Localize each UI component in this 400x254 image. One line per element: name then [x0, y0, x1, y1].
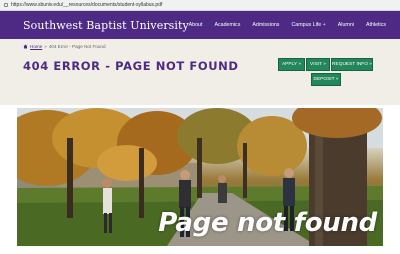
apply-button[interactable]: APPLY »	[278, 58, 305, 71]
url-text[interactable]: https://www.sbuniv.edu/__resources/docum…	[11, 2, 162, 8]
main-nav: About Academics Admissions Campus Life +…	[189, 11, 386, 39]
nav-item-alumni[interactable]: Alumni	[338, 22, 354, 28]
nav-item-admissions[interactable]: Admissions	[252, 22, 279, 28]
breadcrumb: Home » 404 Error - Page Not Found	[23, 44, 106, 49]
plus-icon: +	[322, 22, 326, 28]
site-header: Southwest Baptist University About Acade…	[0, 11, 400, 39]
browser-address-bar[interactable]: https://www.sbuniv.edu/__resources/docum…	[0, 0, 400, 11]
page-not-found-overlay: Page not found	[158, 208, 377, 238]
nav-item-label: Campus Life	[291, 22, 322, 28]
site-logo[interactable]: Southwest Baptist University	[23, 19, 189, 32]
nav-item-athletics[interactable]: Athletics	[366, 22, 386, 28]
request-info-button[interactable]: REQUEST INFO »	[331, 58, 373, 71]
nav-item-academics[interactable]: Academics	[214, 22, 240, 28]
visit-button[interactable]: VISIT »	[306, 58, 330, 71]
lock-icon	[4, 3, 8, 7]
home-icon	[23, 44, 28, 49]
breadcrumb-separator: »	[44, 44, 47, 49]
breadcrumb-home-link[interactable]: Home	[30, 44, 42, 49]
hero-image: Page not found	[17, 108, 383, 246]
breadcrumb-current: 404 Error - Page Not Found	[48, 44, 106, 49]
deposit-button[interactable]: DEPOSIT »	[311, 73, 341, 86]
page-title: 404 ERROR - PAGE NOT FOUND	[23, 59, 239, 73]
nav-item-about[interactable]: About	[189, 22, 203, 28]
nav-item-campus-life[interactable]: Campus Life +	[291, 22, 325, 28]
